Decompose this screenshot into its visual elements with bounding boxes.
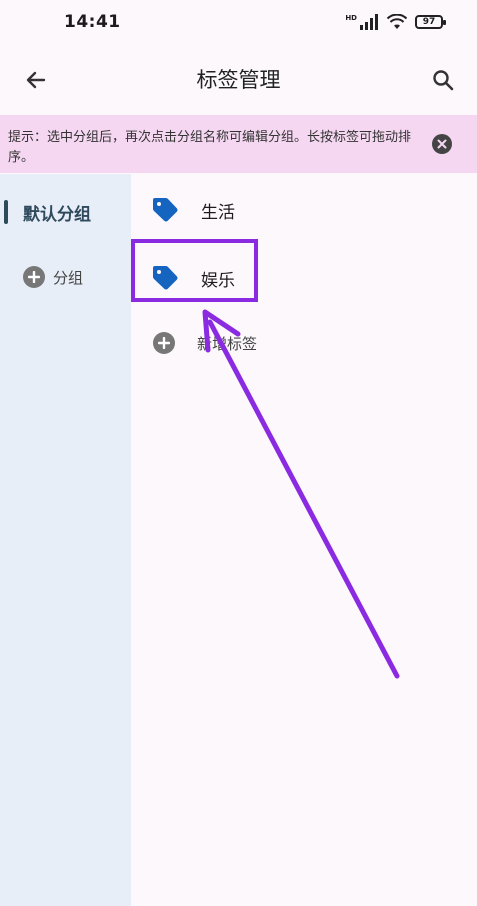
tip-text: 提示：选中分组后，再次点击分组名称可编辑分组。长按标签可拖动排序。 <box>8 130 412 165</box>
tip-close-button[interactable] <box>432 134 452 154</box>
add-icon <box>23 266 45 288</box>
new-tag-button[interactable]: 新增标签 <box>153 332 257 354</box>
highlight-box <box>131 239 258 302</box>
tag-item-life[interactable]: 生活 <box>151 192 235 228</box>
status-icons: HD 97 <box>345 12 446 32</box>
add-icon <box>153 332 175 354</box>
search-button[interactable] <box>425 62 461 98</box>
tip-banner: 提示：选中分组后，再次点击分组名称可编辑分组。长按标签可拖动排序。 <box>0 115 477 173</box>
battery-icon: 97 <box>415 15 446 29</box>
status-bar: 14:41 HD 97 <box>0 0 477 44</box>
group-sidebar: 默认分组 分组 <box>0 174 131 906</box>
status-time: 14:41 <box>64 12 121 32</box>
add-group-button[interactable]: 分组 <box>23 262 83 292</box>
new-tag-label: 新增标签 <box>197 334 258 353</box>
page-title: 标签管理 <box>196 68 281 92</box>
signal-icon <box>360 14 378 30</box>
sidebar-item-label: 默认分组 <box>23 205 91 225</box>
sidebar-item-default-group[interactable]: 默认分组 <box>0 196 131 232</box>
selected-indicator <box>4 200 8 224</box>
app-bar: 标签管理 <box>0 52 477 104</box>
wifi-icon <box>387 14 407 29</box>
battery-level: 97 <box>422 17 436 27</box>
tag-label: 生活 <box>201 202 235 223</box>
add-group-label: 分组 <box>53 268 84 287</box>
network-type-label: HD <box>345 14 357 22</box>
close-icon <box>437 139 447 149</box>
tag-icon <box>153 198 178 222</box>
search-icon <box>433 70 454 91</box>
